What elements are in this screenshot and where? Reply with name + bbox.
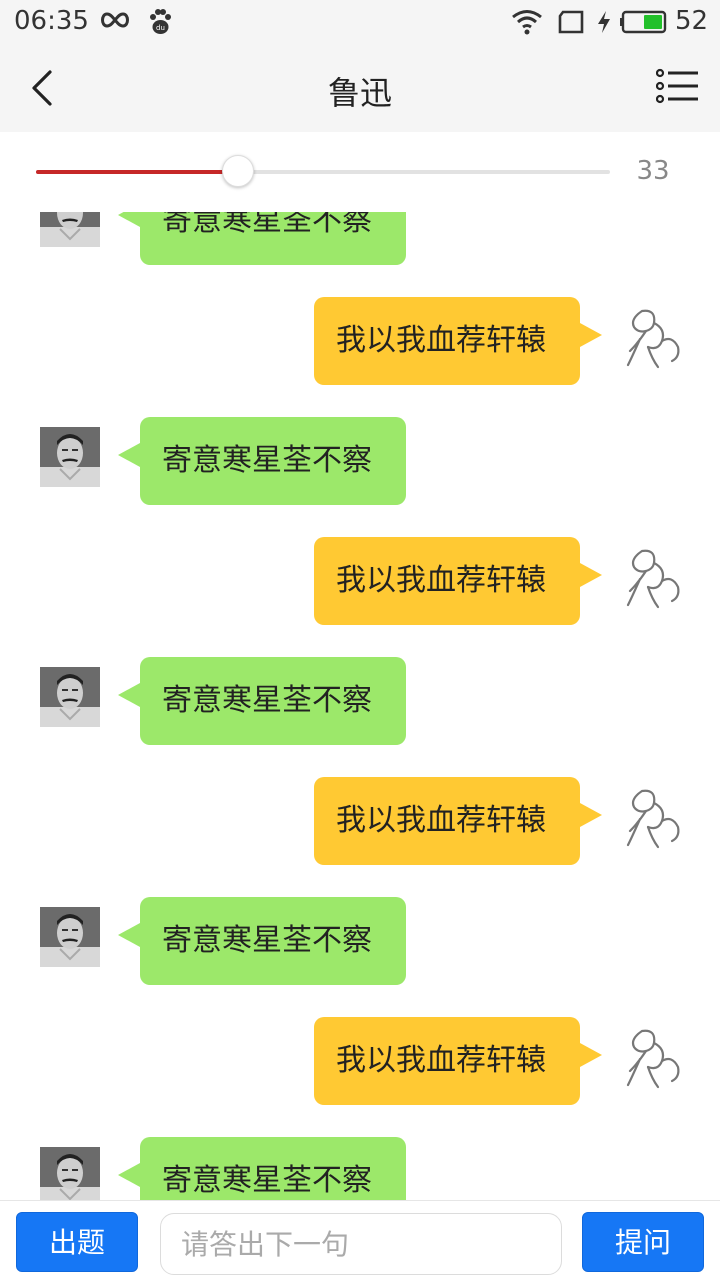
- avatar[interactable]: [40, 212, 100, 247]
- answer-input[interactable]: [160, 1213, 562, 1275]
- chat-message-right: 我以我血荐轩辕: [0, 1017, 720, 1105]
- status-bar: 06:35 du 52: [0, 0, 720, 46]
- progress-thumb[interactable]: [222, 155, 255, 187]
- chat-message-left: 寄意寒星荃不察: [0, 897, 720, 985]
- message-bubble[interactable]: 寄意寒星荃不察: [118, 657, 406, 745]
- wifi-icon: [512, 10, 542, 35]
- svg-text:du: du: [156, 24, 165, 32]
- charging-bolt-icon: [598, 11, 610, 33]
- battery-percent: 52: [675, 6, 709, 36]
- chat-message-right: 我以我血荐轩辕: [0, 777, 720, 865]
- avatar[interactable]: [40, 427, 100, 487]
- nav-bar: 鲁迅: [0, 46, 720, 132]
- message-bubble[interactable]: 我以我血荐轩辕: [314, 297, 602, 385]
- chat-message-right: 我以我血荐轩辕: [0, 297, 720, 385]
- message-bubble[interactable]: 寄意寒星荃不察: [118, 417, 406, 505]
- progress-fill: [36, 170, 239, 174]
- message-bubble[interactable]: 寄意寒星荃不察: [118, 897, 406, 985]
- user-avatar-icon[interactable]: [620, 787, 684, 851]
- baidu-paw-icon: du: [150, 9, 171, 34]
- quiz-button[interactable]: 出题: [16, 1212, 138, 1272]
- chat-message-left: 寄意寒星荃不察: [0, 1137, 720, 1200]
- battery-icon: [620, 10, 667, 34]
- avatar[interactable]: [40, 907, 100, 967]
- status-time: 06:35: [14, 6, 89, 36]
- chat-message-left: 寄意寒星荃不察: [0, 417, 720, 505]
- user-avatar-icon[interactable]: [620, 307, 684, 371]
- avatar[interactable]: [40, 1147, 100, 1200]
- message-bubble[interactable]: 寄意寒星荃不察: [118, 212, 406, 265]
- progress-track[interactable]: [36, 155, 610, 187]
- chat-list[interactable]: 寄意寒星荃不察 我以我血荐轩辕 寄意寒星荃不察 我以我血荐轩辕 寄意寒星荃不察 我以我血荐…: [0, 212, 720, 1200]
- list-menu-icon[interactable]: [656, 68, 700, 104]
- chat-message-left: 寄意寒星荃不察: [0, 212, 720, 265]
- sim-icon: [558, 10, 584, 34]
- chat-message-left: 寄意寒星荃不察: [0, 657, 720, 745]
- chat-message-right: 我以我血荐轩辕: [0, 537, 720, 625]
- user-avatar-icon[interactable]: [620, 547, 684, 611]
- message-bubble[interactable]: 我以我血荐轩辕: [314, 1017, 602, 1105]
- infinity-icon: [101, 12, 129, 28]
- bottom-bar: 出题 提问: [0, 1200, 720, 1280]
- progress-value: 33: [636, 156, 670, 186]
- user-avatar-icon[interactable]: [620, 1027, 684, 1091]
- message-bubble[interactable]: 寄意寒星荃不察: [118, 1137, 406, 1200]
- ask-button[interactable]: 提问: [582, 1212, 704, 1272]
- progress-row: 33: [0, 132, 720, 212]
- message-bubble[interactable]: 我以我血荐轩辕: [314, 537, 602, 625]
- avatar[interactable]: [40, 667, 100, 727]
- message-bubble[interactable]: 我以我血荐轩辕: [314, 777, 602, 865]
- page-title: 鲁迅: [327, 74, 392, 112]
